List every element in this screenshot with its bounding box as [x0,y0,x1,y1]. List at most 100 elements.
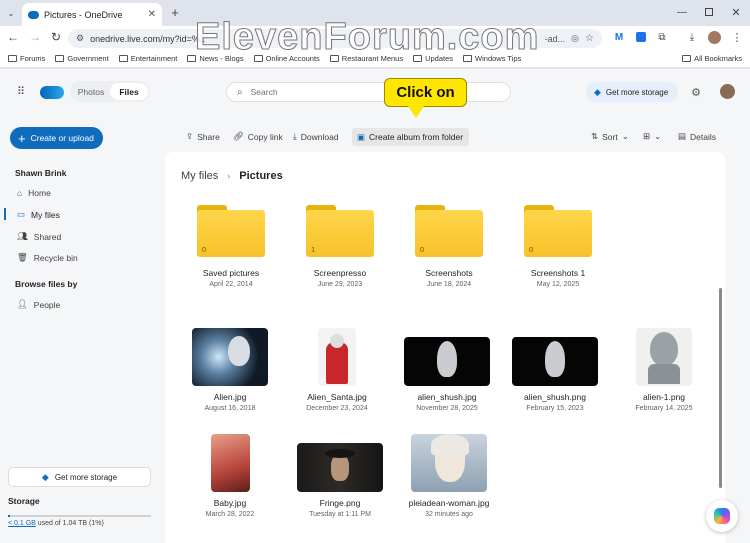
bookmark-label: All Bookmarks [694,54,742,63]
onedrive-logo-icon[interactable] [40,86,64,99]
search-input[interactable]: ⌕ Search [226,82,511,102]
folder-tile[interactable]: 0 [524,205,592,257]
storage-heading: Storage [8,496,40,506]
file-name[interactable]: Baby.jpg [170,498,290,508]
eye-off-icon[interactable]: ◎ [571,33,579,44]
folder-count: 0 [202,245,207,254]
app-launcher-icon[interactable]: ⠿ [14,84,28,98]
folder-name[interactable]: Saved pictures [171,268,291,278]
tab-photos[interactable]: Photos [72,83,110,100]
watermark-text: ElevenForum.com [194,16,540,59]
extension-m-icon[interactable]: M [613,31,625,43]
browser-tab[interactable]: Pictures - OneDrive ✕ [22,3,162,26]
extensions-icon[interactable]: ⧉ [656,31,668,43]
folder-count: 0 [529,245,534,254]
create-album-button[interactable]: ▣ Create album from folder [352,128,469,146]
details-label: Details [690,131,717,142]
breadcrumb-my-files[interactable]: My files [181,170,218,182]
get-more-storage-sidebar-button[interactable]: ◆ Get more storage [8,467,151,487]
extension-blue-icon[interactable] [636,32,646,42]
details-pane-icon: ▤ [678,131,687,141]
share-label: Share [197,131,220,142]
sidebar-item-home[interactable]: ⌂ Home [17,188,51,198]
file-name[interactable]: alien_shush.jpg [387,392,507,402]
downloads-icon[interactable]: ⤓ [686,31,698,43]
download-label: Download [300,131,339,142]
settings-gear-icon[interactable]: ⚙ [689,85,703,99]
file-name[interactable]: Fringe.png [280,498,400,508]
file-thumbnail[interactable] [211,434,250,492]
close-tab-icon[interactable]: ✕ [148,9,156,20]
bookmark-forums[interactable]: Forums [8,54,45,63]
copilot-icon [714,508,730,524]
bookmark-entertainment[interactable]: Entertainment [118,54,177,63]
file-thumbnail[interactable] [297,443,383,492]
sidebar-item-people[interactable]: 👤︎ People [17,299,60,310]
folder-tile[interactable]: 0 [197,205,265,257]
file-thumbnail[interactable] [411,434,487,492]
folder-caption: Screenshots 1 May 12, 2025 [498,268,618,288]
forward-icon[interactable]: → [28,30,42,44]
home-icon: ⌂ [17,188,23,198]
details-button[interactable]: ▤ Details [678,131,716,142]
folder-name[interactable]: Screenshots [389,268,509,278]
tab-files[interactable]: Files [110,83,148,100]
bookmark-star-icon[interactable]: ☆ [585,33,594,44]
storage-button-label: Get more storage [605,87,669,97]
file-name[interactable]: Alien_Santa.jpg [277,392,397,402]
close-window-icon[interactable]: ✕ [729,5,743,19]
folder-name[interactable]: Screenpresso [280,268,400,278]
sort-button[interactable]: ⇅ Sort ⌄ [591,131,629,142]
trash-icon: 🗑︎ [17,252,28,262]
file-caption: alien_shush.png February 15, 2023 [495,392,615,412]
folder-icon [8,55,17,62]
file-name[interactable]: alien_shush.png [495,392,615,402]
file-thumbnail[interactable] [192,328,268,386]
file-name[interactable]: pleiadean-woman.jpg [389,498,509,508]
file-thumbnail[interactable] [318,328,356,386]
diamond-icon: ◆ [41,471,49,482]
all-bookmarks[interactable]: All Bookmarks [682,54,750,63]
file-name[interactable]: Alien.jpg [170,392,290,402]
folder-caption: Saved pictures April 22, 2014 [171,268,291,288]
storage-of-text: used of 1.04 TB (1%) [35,520,104,527]
breadcrumb: My files › Pictures [181,170,283,182]
reload-icon[interactable]: ↻ [49,30,63,44]
copilot-button[interactable] [706,500,738,532]
copy-link-button[interactable]: 🔗︎ Copy link [233,131,283,142]
file-thumbnail[interactable] [404,337,490,386]
minimize-icon[interactable]: — [675,5,689,19]
vertical-scrollbar[interactable] [719,288,722,488]
profile-avatar[interactable] [708,31,721,44]
url-tail-text: -ad... [544,33,566,44]
sidebar-item-my-files[interactable]: ▭ My files [17,209,60,220]
album-icon: ▣ [357,131,366,142]
new-tab-icon[interactable]: + [168,5,182,20]
account-avatar[interactable] [720,84,735,99]
storage-used-link[interactable]: < 0.1 GB [8,520,36,527]
browser-menu-icon[interactable]: ⋮ [732,31,743,44]
chevron-down-icon: ⌄ [654,131,662,141]
get-more-storage-header-button[interactable]: ◆ Get more storage [586,82,678,102]
maximize-icon[interactable] [705,8,713,16]
folder-count: 0 [420,245,425,254]
create-or-upload-button[interactable]: + Create or upload [10,127,103,149]
tab-search-chevron-icon[interactable]: ⌄ [5,7,17,19]
sidebar-item-recycle-bin[interactable]: 🗑︎ Recycle bin [17,252,78,263]
download-button[interactable]: ⤓ Download [293,131,339,142]
file-thumbnail[interactable] [512,337,598,386]
sidebar-item-shared[interactable]: 👥︎ Shared [17,231,61,242]
breadcrumb-current: Pictures [239,170,283,182]
folder-name[interactable]: Screenshots 1 [498,268,618,278]
site-info-icon[interactable]: ⚙ [76,33,84,44]
folder-tile[interactable]: 1 [306,205,374,257]
share-button[interactable]: ⇪ Share [186,131,220,142]
back-icon[interactable]: ← [6,30,20,44]
folder-date: April 22, 2014 [209,281,253,288]
view-options-button[interactable]: ⊞ ⌄ [643,131,661,142]
file-name[interactable]: alien-1.png [604,392,724,402]
file-thumbnail[interactable] [636,328,692,386]
bookmark-government[interactable]: Government [55,54,109,63]
folder-tile[interactable]: 0 [415,205,483,257]
callout-pointer [408,106,424,118]
